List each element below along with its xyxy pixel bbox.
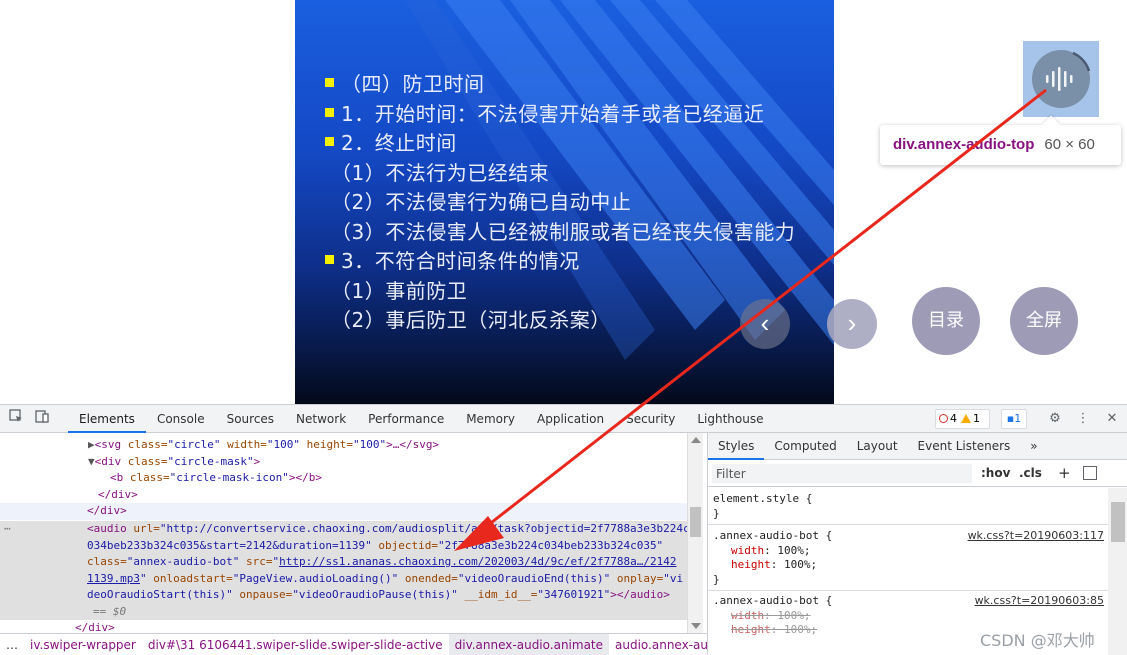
toggle-sidebar-icon[interactable]	[1083, 466, 1097, 480]
error-icon	[939, 414, 948, 423]
styles-pane: StylesComputedLayoutEvent Listeners» :ho…	[707, 433, 1127, 655]
styles-scrollbar[interactable]	[1108, 488, 1127, 655]
device-toolbar-icon[interactable]	[32, 409, 52, 429]
rule-source-link[interactable]: wk.css?t=20190603:85	[975, 594, 1104, 609]
tooltip-size: 60 × 60	[1044, 136, 1095, 153]
audio-line-4: 1139.mp3" onloadstart="PageView.audioLoa…	[87, 571, 684, 585]
styles-filter-input[interactable]	[712, 464, 972, 483]
warning-icon	[961, 414, 971, 423]
styles-tab-event-listeners[interactable]: Event Listeners	[908, 433, 1021, 460]
inspect-tooltip: div.annex-audio-top 60 × 60	[880, 125, 1121, 165]
class-toggle[interactable]: .cls	[1019, 464, 1042, 483]
breadcrumb-more[interactable]: …	[0, 634, 24, 655]
devtools-panel: Elements Console Sources Network Performance…	[0, 404, 1127, 655]
close-icon[interactable]: ✕	[1102, 409, 1122, 429]
dom-node-svg[interactable]: ▶<svg class="circle" width="100" height=…	[0, 437, 687, 454]
rule-separator	[708, 590, 1108, 591]
rule-separator	[708, 524, 1108, 525]
watermark: CSDN @邓大帅	[980, 631, 1095, 650]
tab-application[interactable]: Application	[526, 405, 615, 433]
dom-node-mask-icon[interactable]: <b class="circle-mask-icon"></b>	[0, 470, 687, 487]
slide-bullet-line: 2．终止时间	[317, 129, 834, 159]
tab-lighthouse[interactable]: Lighthouse	[686, 405, 774, 433]
audio-line-3: class="annex-audio-bot" src="http://ss1.…	[87, 555, 677, 568]
tab-security[interactable]: Security	[615, 405, 686, 433]
styles-tabs: Styles Computed Layout Event Listeners»	[708, 433, 1127, 460]
error-count: 4	[950, 412, 957, 425]
audio-wave-icon	[1046, 67, 1073, 91]
previous-slide-button[interactable]: ‹	[740, 299, 790, 349]
message-count: 1	[1014, 412, 1022, 425]
rule-source-link[interactable]: wk.css?t=20190603:117	[968, 529, 1104, 544]
styles-tab--[interactable]: »	[1020, 433, 1047, 460]
devtools-toolbar: Elements Console Sources Network Performance…	[0, 405, 1127, 433]
styles-tab-styles[interactable]: Styles	[708, 433, 765, 460]
slide-sub-line: （2）不法侵害行为确已自动中止	[331, 190, 632, 214]
styles-filter-bar: :hov .cls +	[708, 460, 1127, 487]
issues-badge[interactable]: 41	[935, 409, 990, 429]
hover-state-toggle[interactable]: :hov	[981, 464, 1010, 483]
chevron-left-icon: ‹	[760, 308, 770, 338]
tab-memory[interactable]: Memory	[455, 405, 526, 433]
rule-brace: }	[713, 506, 720, 520]
slide-bullet-line: （四）防卫时间	[317, 70, 834, 100]
styles-tab-layout[interactable]: Layout	[847, 433, 908, 460]
tab-network[interactable]: Network	[285, 405, 357, 433]
slide-bullet-line: 3．不符合时间条件的情况	[317, 247, 834, 277]
slide-bullet-line: 1．开始时间：不法侵害开始着手或者已经逼近	[317, 100, 834, 130]
inspect-element-icon[interactable]	[6, 409, 26, 429]
tab-performance[interactable]: Performance	[357, 405, 455, 433]
slide-sub-line: （3）不法侵害人已经被制服或者已经丧失侵害能力	[331, 219, 796, 244]
elements-scrollbar[interactable]	[687, 433, 703, 633]
tab-elements[interactable]: Elements	[68, 405, 146, 433]
gear-icon[interactable]: ⚙	[1045, 409, 1065, 429]
slide-sub-line: （1）不法行为已经结束	[331, 160, 550, 185]
fullscreen-button[interactable]: 全屏	[1010, 287, 1078, 355]
tab-sources[interactable]: Sources	[216, 405, 285, 433]
breadcrumb-item[interactable]: div#\31 6106441.swiper-slide.swiper-slid…	[142, 634, 449, 655]
breadcrumb-item[interactable]: audio.annex-audio-bot	[609, 634, 707, 655]
chevron-right-icon: ›	[847, 308, 857, 338]
dom-node-close-div[interactable]: </div>	[0, 620, 687, 633]
slide-text-block: （四）防卫时间 1．开始时间：不法侵害开始着手或者已经逼近 2．终止时间 （1）不法行…	[317, 70, 834, 336]
css-declaration-overridden[interactable]: width: 100%;	[713, 609, 1108, 624]
breadcrumb-item[interactable]: iv.swiper-wrapper	[24, 634, 142, 655]
rule-annex-audio-bot-overridden[interactable]: .annex-audio-bot {wk.css?t=20190603:85	[713, 594, 1108, 609]
elements-tree[interactable]: ▶<svg class="circle" width="100" height=…	[0, 433, 687, 633]
next-slide-button[interactable]: ›	[827, 299, 877, 349]
page-area: （四）防卫时间 1．开始时间：不法侵害开始着手或者已经逼近 2．终止时间 （1）不法行…	[0, 0, 1127, 404]
css-declaration[interactable]: width: 100%;	[713, 544, 1108, 559]
screenshot-root: （四）防卫时间 1．开始时间：不法侵害开始着手或者已经逼近 2．终止时间 （1）不法行…	[0, 0, 1127, 655]
audio-line-5: deoOraudioStart(this)" onpause="videoOra…	[87, 588, 670, 601]
dom-breadcrumb: … iv.swiper-wrapper div#\31 6106441.swiper…	[0, 633, 707, 655]
dom-node-close-div[interactable]: </div>	[0, 487, 687, 504]
styles-tab-computed[interactable]: Computed	[764, 433, 846, 460]
audio-line-2: 034beb233b324c035&start=2142&duration=11…	[87, 538, 664, 552]
selected-node-marker: == $0	[0, 603, 687, 620]
warning-count: 1	[973, 412, 980, 425]
add-rule-icon[interactable]: +	[1058, 464, 1071, 483]
catalog-button[interactable]: 目录	[912, 287, 980, 355]
more-vertical-icon[interactable]: ⋮	[1073, 409, 1093, 429]
rule-annex-audio-bot[interactable]: .annex-audio-bot {wk.css?t=20190603:117	[713, 529, 1108, 544]
rule-brace: }	[713, 572, 720, 586]
audio-line-1: <audio url="http://convertservice.chaoxi…	[87, 522, 687, 535]
devtools-tabs: Elements Console Sources Network Performance…	[68, 405, 775, 433]
dom-node-circle-mask[interactable]: ▼<div class="circle-mask">	[0, 454, 687, 471]
audio-src-link[interactable]: http://ss1.ananas.chaoxing.com/202003/4d…	[279, 555, 676, 568]
audio-src-link-cont[interactable]: 1139.mp3	[87, 572, 140, 585]
messages-badge[interactable]: ▪1	[1001, 409, 1027, 429]
css-declaration[interactable]: height: 100%;	[713, 558, 1108, 573]
breadcrumb-item[interactable]: div.annex-audio.animate	[448, 634, 610, 655]
element-style-rule[interactable]: element.style {	[713, 492, 1108, 507]
tab-console[interactable]: Console	[146, 405, 216, 433]
dom-node-close-div[interactable]: </div>	[0, 503, 687, 520]
tooltip-selector: div.annex-audio-top	[893, 136, 1035, 153]
